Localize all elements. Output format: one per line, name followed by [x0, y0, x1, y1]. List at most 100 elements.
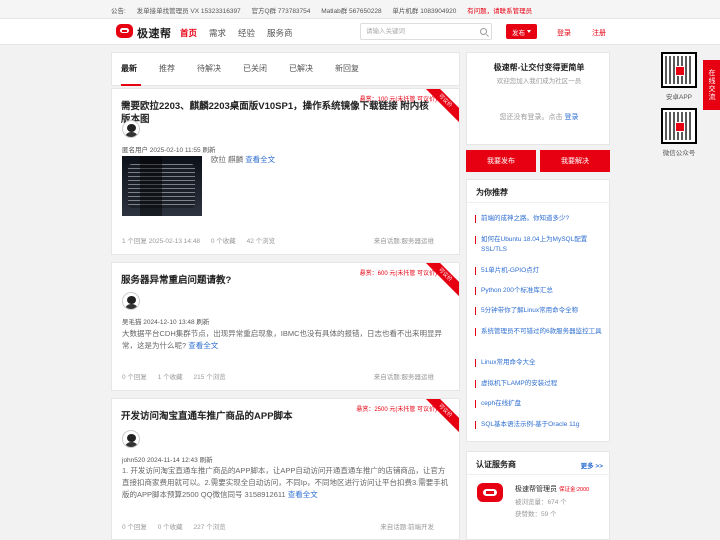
service-divider — [467, 474, 611, 475]
recommend-divider — [467, 202, 611, 203]
qq-group-link[interactable]: 官方Q群 773783754 — [252, 8, 311, 15]
recommend-item[interactable]: ceph在线扩盘 — [481, 399, 606, 409]
recommend-marker — [475, 328, 476, 336]
mcu-group-link[interactable]: 单片机群 1083904920 — [392, 8, 456, 15]
service-likes: 获赞数：59 个 — [515, 511, 557, 518]
view-full-text-link[interactable]: 查看全文 — [188, 341, 218, 350]
question-title[interactable]: 开发访问淘宝直通车推广商品的APP脚本 — [121, 410, 437, 423]
announcement-line: 公告: 发单接单找管理员 VX 15323316397 官方Q群 7737837… — [111, 5, 541, 15]
service-views: 被浏览量：674 个 — [515, 499, 567, 506]
recommend-item[interactable]: 虚拟机下LAMP的安装过程 — [481, 379, 606, 389]
recommend-marker — [475, 267, 476, 275]
replies-stat: 1 个回复 2025-02-13 14:48 — [122, 238, 201, 245]
favorites-stat[interactable]: 0 个收藏 — [211, 238, 236, 245]
ask-question-button[interactable]: 我要发布 — [466, 150, 536, 172]
android-app-qr-code — [661, 52, 697, 88]
tab-solved[interactable]: 已解决 — [289, 63, 313, 74]
login-link[interactable]: 登录 — [557, 28, 571, 38]
question-summary-text: 欧拉 麒麟 — [211, 155, 244, 164]
nav-home[interactable]: 首页 — [180, 27, 197, 39]
publish-label: 发布 — [512, 29, 525, 37]
recommend-item[interactable]: 51单片机-GPIO点灯 — [481, 266, 606, 276]
recommend-panel: 为你推荐 前端的成神之路。你知道多少? 如何在Ubuntu 18.04上为MyS… — [466, 179, 611, 442]
topic-source[interactable]: 来自话题:前端开发 — [380, 521, 434, 531]
search-icon[interactable] — [480, 28, 487, 35]
recommend-marker — [475, 287, 476, 295]
question-card[interactable]: 可议价 悬赏：600 元(未托管 可议价) 服务器异常重启问题请教? 吴毛猫 2… — [111, 262, 460, 391]
more-services-link[interactable]: 更多 >> — [581, 460, 603, 470]
matlab-group-link[interactable]: Matlab群 567650228 — [321, 8, 381, 15]
tab-closed[interactable]: 已关闭 — [243, 63, 267, 74]
site-logo-icon[interactable] — [116, 24, 133, 38]
replies-stat: 0 个回复 — [122, 524, 147, 531]
question-card[interactable]: 可议价 悬赏：2500 元(未托管 可议价) 开发访问淘宝直通车推广商品的APP… — [111, 398, 460, 540]
recommend-marker — [475, 215, 476, 223]
user-avatar[interactable] — [122, 430, 140, 448]
question-stats: 0 个回复 0 个收藏 227 个浏览 — [122, 521, 235, 531]
nav-demands[interactable]: 需求 — [209, 27, 226, 39]
nav-service-providers[interactable]: 服务商 — [267, 27, 293, 39]
mentor-contact[interactable]: 发单接单找管理员 VX 15323316397 — [137, 8, 241, 15]
site-header: 极速帮 首页 需求 经验 服务商 发布 登录 注册 — [0, 19, 720, 45]
question-meta: 吴毛猫 2024-12-10 13:48 刷新 — [122, 319, 210, 326]
recommend-marker — [475, 380, 476, 388]
recommend-item[interactable]: Linux常用命令大全 — [481, 358, 606, 368]
topic-source[interactable]: 来自话题:服务器运维 — [374, 235, 434, 245]
question-summary: 大数据平台CDH集群节点，出现异常重启现象，IBMC也没有具体的报错，日志也看不… — [122, 328, 450, 352]
user-avatar[interactable] — [122, 292, 140, 310]
tab-latest[interactable]: 最新 — [121, 63, 137, 74]
login-prompt-text: 您还没有登录。点击 — [499, 114, 563, 121]
topic-source[interactable]: 来自话题:服务器运维 — [374, 371, 434, 381]
recommend-item[interactable]: 前端的成神之路。你知道多少? — [481, 214, 606, 224]
wechat-label: 微信公众号 — [662, 150, 696, 157]
recommend-marker — [475, 400, 476, 408]
welcome-panel: 极速帮-让交付变得更简单 欢迎您加入我们成为社区一员 您还没有登录。点击 登录 — [466, 52, 610, 145]
nav-experience[interactable]: 经验 — [238, 27, 255, 39]
views-stat: 215 个浏览 — [193, 374, 226, 381]
search-input[interactable] — [361, 24, 471, 39]
recommend-item[interactable]: 5分钟带你了解Linux常用命令全称 — [481, 306, 606, 316]
top-announcement-bar: 公告: 发单接单找管理员 VX 15323316397 官方Q群 7737837… — [0, 0, 720, 19]
service-provider-name[interactable]: 极速帮管理员 — [515, 486, 557, 493]
active-tab-indicator — [121, 84, 141, 86]
service-provider-name-line: 极速帮管理员 保证金:2000 — [515, 484, 589, 494]
recommend-marker — [475, 421, 476, 429]
site-brand[interactable]: 极速帮 — [137, 25, 172, 41]
service-provider-logo-icon[interactable] — [477, 483, 503, 502]
question-image[interactable] — [122, 156, 202, 216]
online-chat-button[interactable]: 在线交流 — [703, 60, 720, 110]
register-link[interactable]: 注册 — [592, 28, 606, 38]
favorites-stat[interactable]: 1 个收藏 — [158, 374, 183, 381]
question-card[interactable]: 可议价 悬赏：100 元(未托管 可议价) 需要欧拉2203、麒麟2203桌面版… — [111, 88, 460, 255]
contact-admin-link[interactable]: 有问题，请联系管理员 — [467, 8, 532, 15]
recommend-item[interactable]: 系统管理员不可错过的6款服务器监控工具 — [481, 327, 606, 337]
recommend-marker — [475, 359, 476, 367]
recommend-item[interactable]: 如何在Ubuntu 18.04上为MySQL配置SSL/TLS — [481, 235, 606, 255]
announcement-label: 公告: — [111, 8, 126, 15]
android-app-label: 安卓APP — [665, 94, 692, 101]
recommend-item[interactable]: SQL基本语法示例-基于Oracle 11g — [481, 420, 606, 430]
solve-question-button[interactable]: 我要解决 — [540, 150, 610, 172]
question-title[interactable]: 需要欧拉2203、麒麟2203桌面版V10SP1，操作系统镜像下载链接 附内核版… — [121, 100, 437, 126]
replies-stat: 0 个回复 — [122, 374, 147, 381]
welcome-subtitle: 欢迎您加入我们成为社区一员 — [496, 78, 582, 85]
sidebar-login-link[interactable]: 登录 — [564, 114, 578, 121]
question-stats: 0 个回复 1 个收藏 215 个浏览 — [122, 371, 235, 381]
chevron-down-icon — [527, 30, 531, 33]
favorites-stat[interactable]: 0 个收藏 — [158, 524, 183, 531]
question-title[interactable]: 服务器异常重启问题请教? — [121, 274, 437, 287]
tab-pending[interactable]: 待解决 — [197, 63, 221, 74]
question-stats: 1 个回复 2025-02-13 14:48 0 个收藏 42 个浏览 — [122, 235, 284, 245]
deposit-badge: 保证金:2000 — [558, 487, 590, 493]
user-avatar[interactable] — [122, 120, 140, 138]
welcome-title: 极速帮-让交付变得更简单 — [493, 63, 585, 72]
view-full-text-link[interactable]: 查看全文 — [288, 490, 318, 499]
recommend-title: 为你推荐 — [476, 188, 508, 197]
view-full-text-link[interactable]: 查看全文 — [245, 155, 275, 164]
recommend-item[interactable]: Python 200个标准库汇总 — [481, 286, 606, 296]
question-tabs: 最新 推荐 待解决 已关闭 已解决 新回复 — [111, 52, 460, 86]
recommend-marker — [475, 307, 476, 315]
tab-recommended[interactable]: 推荐 — [159, 63, 175, 74]
publish-button[interactable]: 发布 — [506, 24, 537, 39]
tab-new-replies[interactable]: 新回复 — [335, 63, 359, 74]
